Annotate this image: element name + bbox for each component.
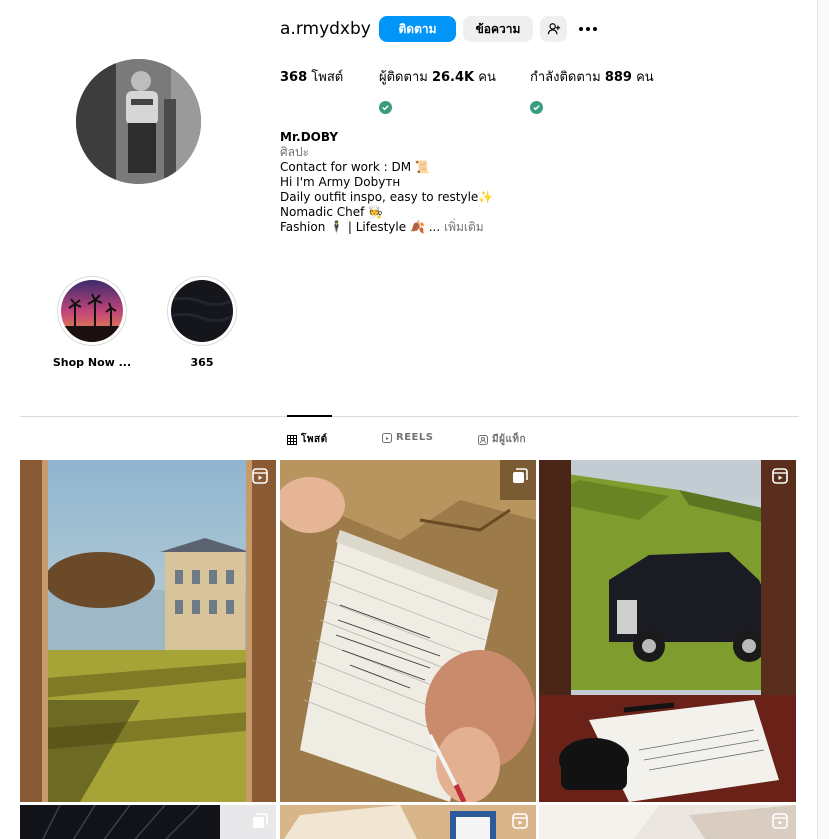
reel-icon bbox=[772, 813, 788, 829]
profile-avatar[interactable] bbox=[76, 59, 201, 184]
grid-icon bbox=[287, 434, 297, 445]
reel-icon bbox=[382, 432, 392, 443]
tabs-divider bbox=[20, 416, 799, 417]
tab-posts[interactable]: โพสต์ bbox=[287, 432, 328, 447]
profile-username: a.rmydxby bbox=[280, 19, 371, 39]
post-tile[interactable] bbox=[20, 460, 276, 802]
following-unit: คน bbox=[636, 70, 654, 85]
story-highlight[interactable]: 365 bbox=[167, 276, 237, 369]
check-icon bbox=[530, 101, 543, 114]
bio-line: Daily outfit inspo, easy to restyle✨ bbox=[280, 190, 494, 204]
reel-icon bbox=[512, 813, 528, 829]
check-icon bbox=[379, 101, 392, 114]
following-label: กำลังติดตาม bbox=[530, 70, 601, 85]
bio-name: Mr.DOBY bbox=[280, 130, 339, 144]
highlight-label: Shop Now ... bbox=[52, 356, 132, 369]
active-tab-indicator bbox=[287, 415, 332, 417]
post-tile[interactable] bbox=[20, 805, 276, 839]
posts-count: 368 bbox=[280, 70, 308, 85]
follow-button[interactable]: ติดตาม bbox=[379, 16, 456, 42]
tab-reels-label: REELS bbox=[396, 432, 434, 443]
post-tile[interactable] bbox=[539, 460, 796, 802]
suggest-user-button[interactable] bbox=[540, 16, 567, 42]
tag-icon bbox=[478, 434, 488, 445]
tab-tagged[interactable]: มีผู้แท็ก bbox=[478, 432, 526, 447]
more-dots-icon bbox=[579, 27, 597, 31]
following-stat[interactable]: กำลังติดตาม 889 คน bbox=[530, 66, 654, 87]
post-tile[interactable] bbox=[539, 805, 796, 839]
highlight-label: 365 bbox=[190, 356, 214, 369]
post-tile[interactable] bbox=[280, 805, 536, 839]
following-count: 889 bbox=[604, 70, 632, 85]
followers-label: ผู้ติดตาม bbox=[379, 70, 428, 85]
scrollbar[interactable] bbox=[817, 0, 829, 839]
post-tile[interactable] bbox=[280, 460, 536, 802]
tab-tagged-label: มีผู้แท็ก bbox=[492, 434, 527, 445]
highlight-ring bbox=[57, 276, 127, 346]
reel-icon bbox=[252, 468, 268, 484]
story-highlight[interactable]: Shop Now ... bbox=[53, 276, 131, 369]
bio-more-link[interactable]: เพิ่มเติม bbox=[444, 220, 484, 234]
profile-bio: Mr.DOBY ศิลปะ Contact for work : DM 📜 Hi… bbox=[280, 130, 493, 235]
followers-count: 26.4K bbox=[431, 70, 475, 85]
highlight-cover bbox=[61, 280, 123, 342]
tab-posts-label: โพสต์ bbox=[301, 434, 328, 445]
more-options-button[interactable] bbox=[575, 16, 601, 42]
posts-stat: 368 โพสต์ bbox=[280, 66, 343, 87]
bio-line: Nomadic Chef 🧑‍🍳 bbox=[280, 205, 384, 219]
bio-line: Hi I'm Army Dobyтн bbox=[280, 175, 401, 189]
followers-unit: คน bbox=[478, 70, 496, 85]
message-button[interactable]: ข้อความ bbox=[463, 16, 533, 42]
add-user-icon bbox=[547, 23, 560, 35]
bio-category: ศิลปะ bbox=[280, 145, 310, 159]
bio-line: Fashion 🕴 | Lifestyle 🍂 ... bbox=[280, 220, 441, 234]
bio-line: Contact for work : DM 📜 bbox=[280, 160, 430, 174]
followers-stat[interactable]: ผู้ติดตาม 26.4K คน bbox=[379, 66, 496, 87]
reel-icon bbox=[772, 468, 788, 484]
posts-label: โพสต์ bbox=[311, 70, 344, 85]
highlight-cover bbox=[171, 280, 233, 342]
tab-reels[interactable]: REELS bbox=[382, 432, 433, 443]
highlight-ring bbox=[167, 276, 237, 346]
carousel-icon bbox=[253, 813, 268, 828]
carousel-icon bbox=[513, 468, 528, 483]
